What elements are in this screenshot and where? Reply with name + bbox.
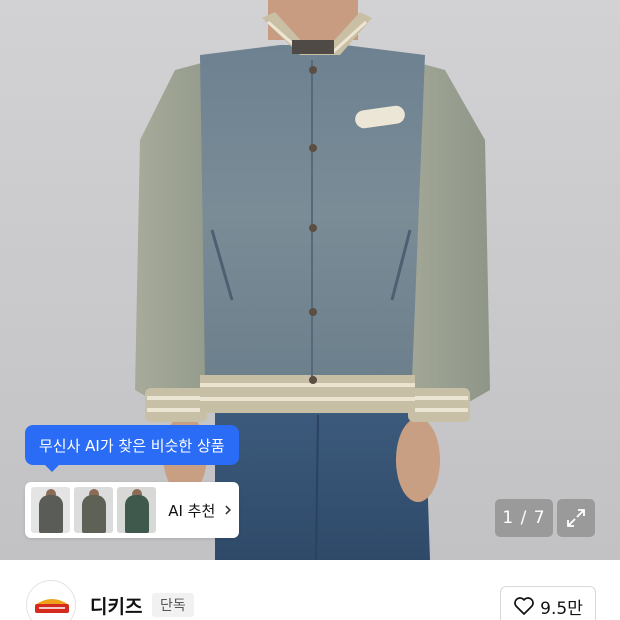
heart-icon: [514, 597, 534, 615]
chevron-right-icon: [225, 505, 232, 515]
similar-product-thumb[interactable]: [74, 487, 114, 533]
product-image[interactable]: [0, 0, 620, 560]
ai-similar-tooltip-text: 무신사 AI가 찾은 비슷한 상품: [39, 436, 225, 455]
like-button[interactable]: 9.5만: [500, 586, 596, 620]
image-counter: 1 / 7: [495, 499, 553, 537]
similar-product-thumb[interactable]: [117, 487, 157, 533]
ai-similar-tooltip[interactable]: 무신사 AI가 찾은 비슷한 상품: [25, 425, 239, 472]
ai-recommend-card[interactable]: AI 추천: [25, 482, 239, 538]
expand-button[interactable]: [557, 499, 595, 537]
brand-name[interactable]: 디키즈: [90, 592, 142, 619]
exclusive-badge: 단독: [152, 593, 194, 617]
dickies-logo: [35, 599, 69, 613]
like-count: 9.5만: [540, 598, 583, 619]
similar-product-thumb[interactable]: [31, 487, 71, 533]
expand-icon: [567, 509, 585, 527]
image-counter-text: 1 / 7: [502, 508, 546, 528]
jacket-photo: [135, 0, 490, 560]
ai-recommend-label: AI 추천: [168, 501, 216, 520]
product-page: 무신사 AI가 찾은 비슷한 상품 AI 추천 1 / 7 디키즈 단독 9.5…: [0, 0, 620, 620]
